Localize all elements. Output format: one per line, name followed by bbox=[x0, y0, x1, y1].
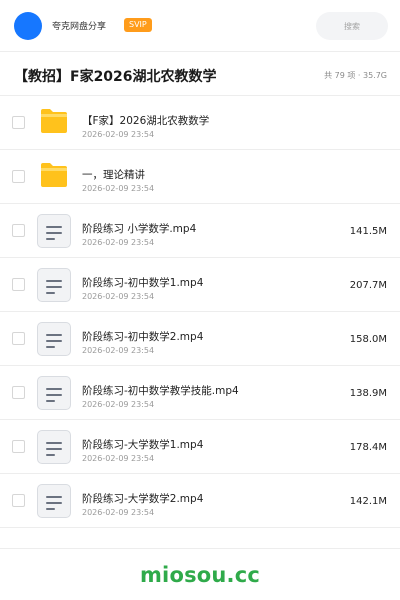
file-date: 2026-02-09 23:54 bbox=[82, 292, 155, 301]
file-size: 178.4M bbox=[349, 442, 387, 453]
file-date: 2026-02-09 23:54 bbox=[82, 346, 155, 355]
select-checkbox[interactable] bbox=[12, 494, 25, 507]
file-name: 阶段练习-大学数学2.mp4 bbox=[82, 493, 204, 505]
file-name: 阶段练习-大学数学1.mp4 bbox=[82, 439, 204, 451]
list-item[interactable]: 阶段练习 小学数学.mp4 2026-02-09 23:54 141.5M bbox=[0, 204, 400, 258]
list-item[interactable]: 【F家】2026湖北农教数学 2026-02-09 23:54 bbox=[0, 96, 400, 150]
document-icon bbox=[37, 484, 71, 518]
folder-title-bar: 【教招】F家2026湖北农教数学 共 79 项 · 35.7G bbox=[0, 52, 400, 96]
file-size: 138.9M bbox=[349, 388, 387, 399]
select-checkbox[interactable] bbox=[12, 170, 25, 183]
document-icon bbox=[37, 268, 71, 302]
document-icon bbox=[37, 376, 71, 410]
list-item[interactable]: 阶段练习-大学数学2.mp4 2026-02-09 23:54 142.1M bbox=[0, 474, 400, 528]
item-summary: 共 79 项 · 35.7G bbox=[324, 71, 387, 80]
list-item[interactable]: 阶段练习-初中数学2.mp4 2026-02-09 23:54 158.0M bbox=[0, 312, 400, 366]
file-date: 2026-02-09 23:54 bbox=[82, 454, 155, 463]
search-input[interactable] bbox=[316, 12, 388, 40]
select-checkbox[interactable] bbox=[12, 278, 25, 291]
file-name: 【F家】2026湖北农教数学 bbox=[82, 115, 210, 127]
site-watermark: miosou.cc bbox=[139, 563, 261, 587]
file-size: 142.1M bbox=[349, 496, 387, 507]
list-item[interactable]: 阶段练习-初中数学教学技能.mp4 2026-02-09 23:54 138.9… bbox=[0, 366, 400, 420]
share-page: 夸克网盘分享 SVIP 【教招】F家2026湖北农教数学 共 79 项 · 35… bbox=[0, 0, 400, 600]
footer: miosou.cc bbox=[0, 548, 400, 600]
select-checkbox[interactable] bbox=[12, 440, 25, 453]
avatar[interactable] bbox=[14, 12, 42, 40]
select-checkbox[interactable] bbox=[12, 386, 25, 399]
file-name: 阶段练习-初中数学2.mp4 bbox=[82, 331, 204, 343]
file-name: 阶段练习 小学数学.mp4 bbox=[82, 223, 197, 235]
file-size: 158.0M bbox=[349, 334, 387, 345]
file-name: 阶段练习-初中数学1.mp4 bbox=[82, 277, 204, 289]
file-date: 2026-02-09 23:54 bbox=[82, 508, 155, 517]
file-list: 【F家】2026湖北农教数学 2026-02-09 23:54 一，理论精讲 2… bbox=[0, 96, 400, 528]
file-date: 2026-02-09 23:54 bbox=[82, 400, 155, 409]
folder-icon bbox=[41, 163, 67, 187]
page-title: 【教招】F家2026湖北农教数学 bbox=[14, 69, 217, 85]
list-item[interactable]: 阶段练习-大学数学1.mp4 2026-02-09 23:54 178.4M bbox=[0, 420, 400, 474]
select-checkbox[interactable] bbox=[12, 116, 25, 129]
folder-icon bbox=[41, 109, 67, 133]
list-item[interactable]: 一，理论精讲 2026-02-09 23:54 bbox=[0, 150, 400, 204]
select-checkbox[interactable] bbox=[12, 224, 25, 237]
header-bar: 夸克网盘分享 SVIP bbox=[0, 0, 400, 52]
file-date: 2026-02-09 23:54 bbox=[82, 238, 155, 247]
select-checkbox[interactable] bbox=[12, 332, 25, 345]
document-icon bbox=[37, 430, 71, 464]
document-icon bbox=[37, 214, 71, 248]
svip-badge: SVIP bbox=[124, 18, 152, 32]
file-date: 2026-02-09 23:54 bbox=[82, 184, 155, 193]
user-name: 夸克网盘分享 bbox=[52, 22, 107, 32]
list-item[interactable]: 阶段练习-初中数学1.mp4 2026-02-09 23:54 207.7M bbox=[0, 258, 400, 312]
file-size: 207.7M bbox=[349, 280, 387, 291]
file-name: 一，理论精讲 bbox=[82, 169, 145, 181]
file-size: 141.5M bbox=[349, 226, 387, 237]
document-icon bbox=[37, 322, 71, 356]
file-name: 阶段练习-初中数学教学技能.mp4 bbox=[82, 385, 239, 397]
file-date: 2026-02-09 23:54 bbox=[82, 130, 155, 139]
